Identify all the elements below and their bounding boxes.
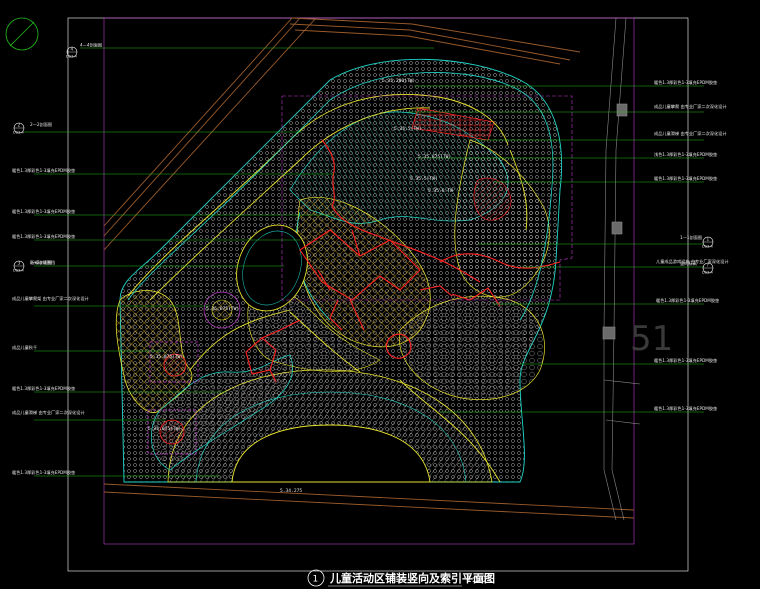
north-arrow-icon bbox=[5, 17, 39, 51]
elevation-tag: 5.35.875(TW) bbox=[418, 154, 451, 160]
svg-text:3: 3 bbox=[18, 261, 21, 266]
svg-text:DS3.4: DS3.4 bbox=[702, 245, 713, 249]
note-label: 成品儿童秋千 bbox=[12, 344, 37, 351]
note-label: 暖色1.3厚彩色1-3填充EPDM胶垫 bbox=[656, 297, 720, 304]
drawing-scale: 1:50 bbox=[466, 575, 486, 585]
svg-text:1—1剖面图: 1—1剖面图 bbox=[680, 234, 702, 241]
note-label: 暖色1.3厚彩色1-3填充EPDM胶垫 bbox=[654, 79, 718, 86]
note-label: 成品儿童滑梯 由专业厂家二次深化设计 bbox=[654, 130, 727, 137]
building-strip bbox=[602, 17, 641, 521]
elevation-tag: 5.35.875(TW) bbox=[206, 306, 239, 312]
section-marker-4: 4 DS3.4 4—4剖面图 bbox=[66, 42, 102, 59]
elevation-tag: 5.35.200(TW) bbox=[382, 78, 415, 84]
note-label: 暖色1.3厚彩色1-3填充EPDM胶垫 bbox=[12, 167, 76, 174]
svg-text:2: 2 bbox=[18, 123, 21, 128]
svg-text:1: 1 bbox=[707, 237, 710, 242]
note-label: 浅色1.3厚彩色1-3填充EPDM胶垫 bbox=[654, 151, 718, 158]
note-label: 低矮沙坑围挡 bbox=[30, 259, 55, 266]
section-marker-2: 2 DS3.4 2—2剖面图 bbox=[13, 121, 52, 135]
right-notes: 暖色1.3厚彩色1-3填充EPDM胶垫 成品儿童攀爬 由专业厂家二次深化设计 成… bbox=[654, 79, 729, 412]
elevation-tag: 5.34.275 bbox=[280, 488, 302, 494]
elevation-tag: 5.35.675(TW) bbox=[148, 426, 181, 432]
drawing-number: 1 bbox=[313, 575, 319, 585]
svg-text:DS3.4: DS3.4 bbox=[13, 269, 24, 273]
svg-text:DS3.4: DS3.4 bbox=[702, 271, 713, 275]
note-label: 暖色1.3厚彩色1-3填充EPDM胶垫 bbox=[12, 233, 76, 240]
svg-text:4: 4 bbox=[71, 47, 74, 52]
svg-text:DS3.4: DS3.4 bbox=[13, 131, 24, 135]
cad-plan-drawing: 51 4 DS3.4 4—4剖面图 2 DS3.4 2—2剖面图 3 DS3.4… bbox=[5, 17, 729, 587]
section-marker-1: 1 DS3.4 1—1剖面图 bbox=[680, 234, 713, 249]
note-label: 暖色1.3厚彩色1-3填充EPDM胶垫 bbox=[12, 208, 76, 215]
note-label: 暖色1.3厚彩色1-3填充EPDM胶垫 bbox=[654, 357, 718, 364]
note-label: 暖色1.3厚彩色1-3填充EPDM胶垫 bbox=[654, 175, 718, 182]
elevation-tag: 5.35.8.TW bbox=[428, 188, 453, 194]
elevation-tag: 5.35.875(TW) bbox=[150, 354, 183, 360]
svg-text:DS3.4: DS3.4 bbox=[66, 55, 77, 59]
note-label: 儿童成品游戏设施 由专业厂家深化设计 bbox=[656, 258, 729, 265]
note-label: 成品儿童攀爬架 由专业厂家二次深化设计 bbox=[12, 295, 89, 302]
drawing-title-block: 1 儿童活动区铺装竖向及索引平面图 1:50 bbox=[307, 569, 495, 587]
svg-text:4—4剖面图: 4—4剖面图 bbox=[80, 42, 102, 49]
elevation-tag: 5.35.5(TW) bbox=[394, 126, 422, 132]
note-label: 暖色1.3厚彩色1-3填充EPDM胶垫 bbox=[12, 385, 76, 392]
sheet-code-ghost: 51 bbox=[630, 319, 673, 359]
note-label: 成品儿童滑梯 由专业厂家二次深化设计 bbox=[12, 409, 85, 416]
note-label: 暖色1.3厚彩色1-3填充EPDM胶垫 bbox=[654, 405, 718, 412]
left-notes: 暖色1.3厚彩色1-3填充EPDM胶垫 暖色1.3厚彩色1-3填充EPDM胶垫 … bbox=[12, 167, 89, 476]
note-label: 暖色1.3厚彩色1-3填充EPDM胶垫 bbox=[12, 469, 76, 476]
note-label: 成品儿童攀爬 由专业厂家二次深化设计 bbox=[654, 103, 727, 110]
elevation-tag: 5.35.5(TW) bbox=[410, 176, 438, 182]
svg-text:2—2剖面图: 2—2剖面图 bbox=[30, 121, 52, 128]
